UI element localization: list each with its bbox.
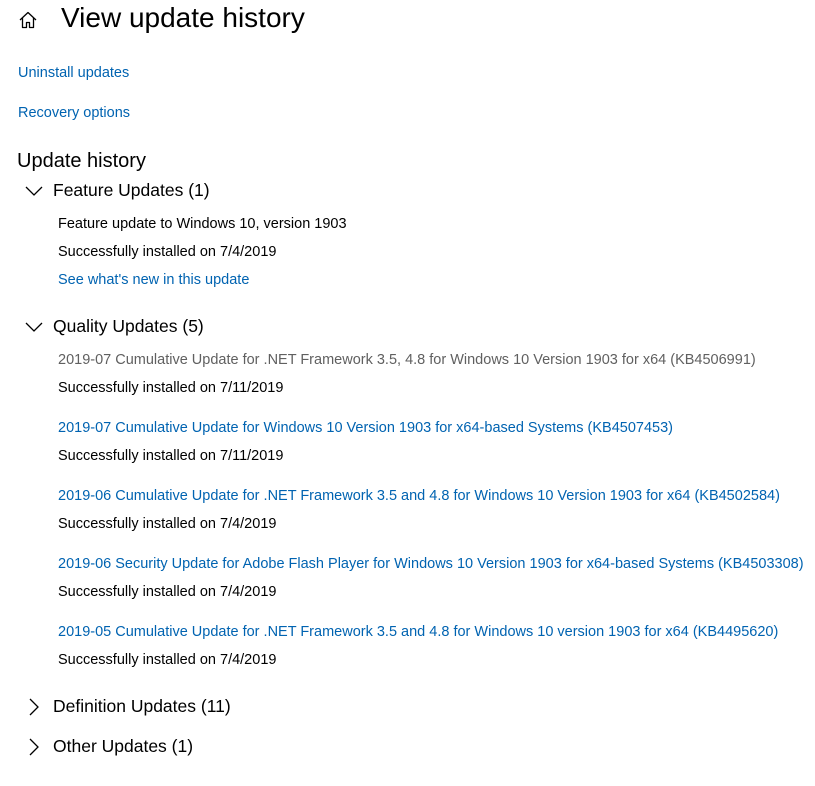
update-link-kb4503308[interactable]: 2019-06 Security Update for Adobe Flash … — [58, 556, 804, 572]
update-status: Successfully installed on 7/11/2019 — [58, 380, 284, 396]
uninstall-updates-link[interactable]: Uninstall updates — [18, 65, 129, 81]
see-whats-new-link[interactable]: See what's new in this update — [58, 272, 249, 288]
update-status: Successfully installed on 7/4/2019 — [58, 244, 277, 260]
chevron-down-icon — [25, 322, 43, 332]
group-label: Feature Updates (1) — [53, 180, 210, 200]
update-status: Successfully installed on 7/11/2019 — [58, 448, 284, 464]
recovery-options-link[interactable]: Recovery options — [18, 105, 130, 121]
update-status: Successfully installed on 7/4/2019 — [58, 652, 277, 668]
chevron-right-icon — [29, 698, 39, 715]
home-icon[interactable] — [17, 9, 39, 31]
group-other-updates[interactable]: Other Updates (1) — [24, 736, 193, 757]
update-status: Successfully installed on 7/4/2019 — [58, 516, 277, 532]
group-label: Other Updates (1) — [53, 736, 194, 756]
group-label: Definition Updates (11) — [53, 696, 231, 716]
update-history-heading: Update history — [17, 150, 146, 172]
chevron-down-icon — [25, 186, 43, 196]
chevron-right-icon — [29, 738, 39, 755]
group-feature-updates[interactable]: Feature Updates (1) — [24, 180, 210, 201]
update-link-kb4495620[interactable]: 2019-05 Cumulative Update for .NET Frame… — [58, 624, 778, 640]
group-definition-updates[interactable]: Definition Updates (11) — [24, 696, 231, 717]
update-title: Feature update to Windows 10, version 19… — [58, 216, 347, 232]
update-link-kb4507453[interactable]: 2019-07 Cumulative Update for Windows 10… — [58, 420, 673, 436]
update-title: 2019-07 Cumulative Update for .NET Frame… — [58, 352, 756, 368]
page-title: View update history — [61, 2, 305, 33]
update-status: Successfully installed on 7/4/2019 — [58, 584, 277, 600]
group-quality-updates[interactable]: Quality Updates (5) — [24, 316, 204, 337]
update-link-kb4502584[interactable]: 2019-06 Cumulative Update for .NET Frame… — [58, 488, 780, 504]
group-label: Quality Updates (5) — [53, 316, 204, 336]
